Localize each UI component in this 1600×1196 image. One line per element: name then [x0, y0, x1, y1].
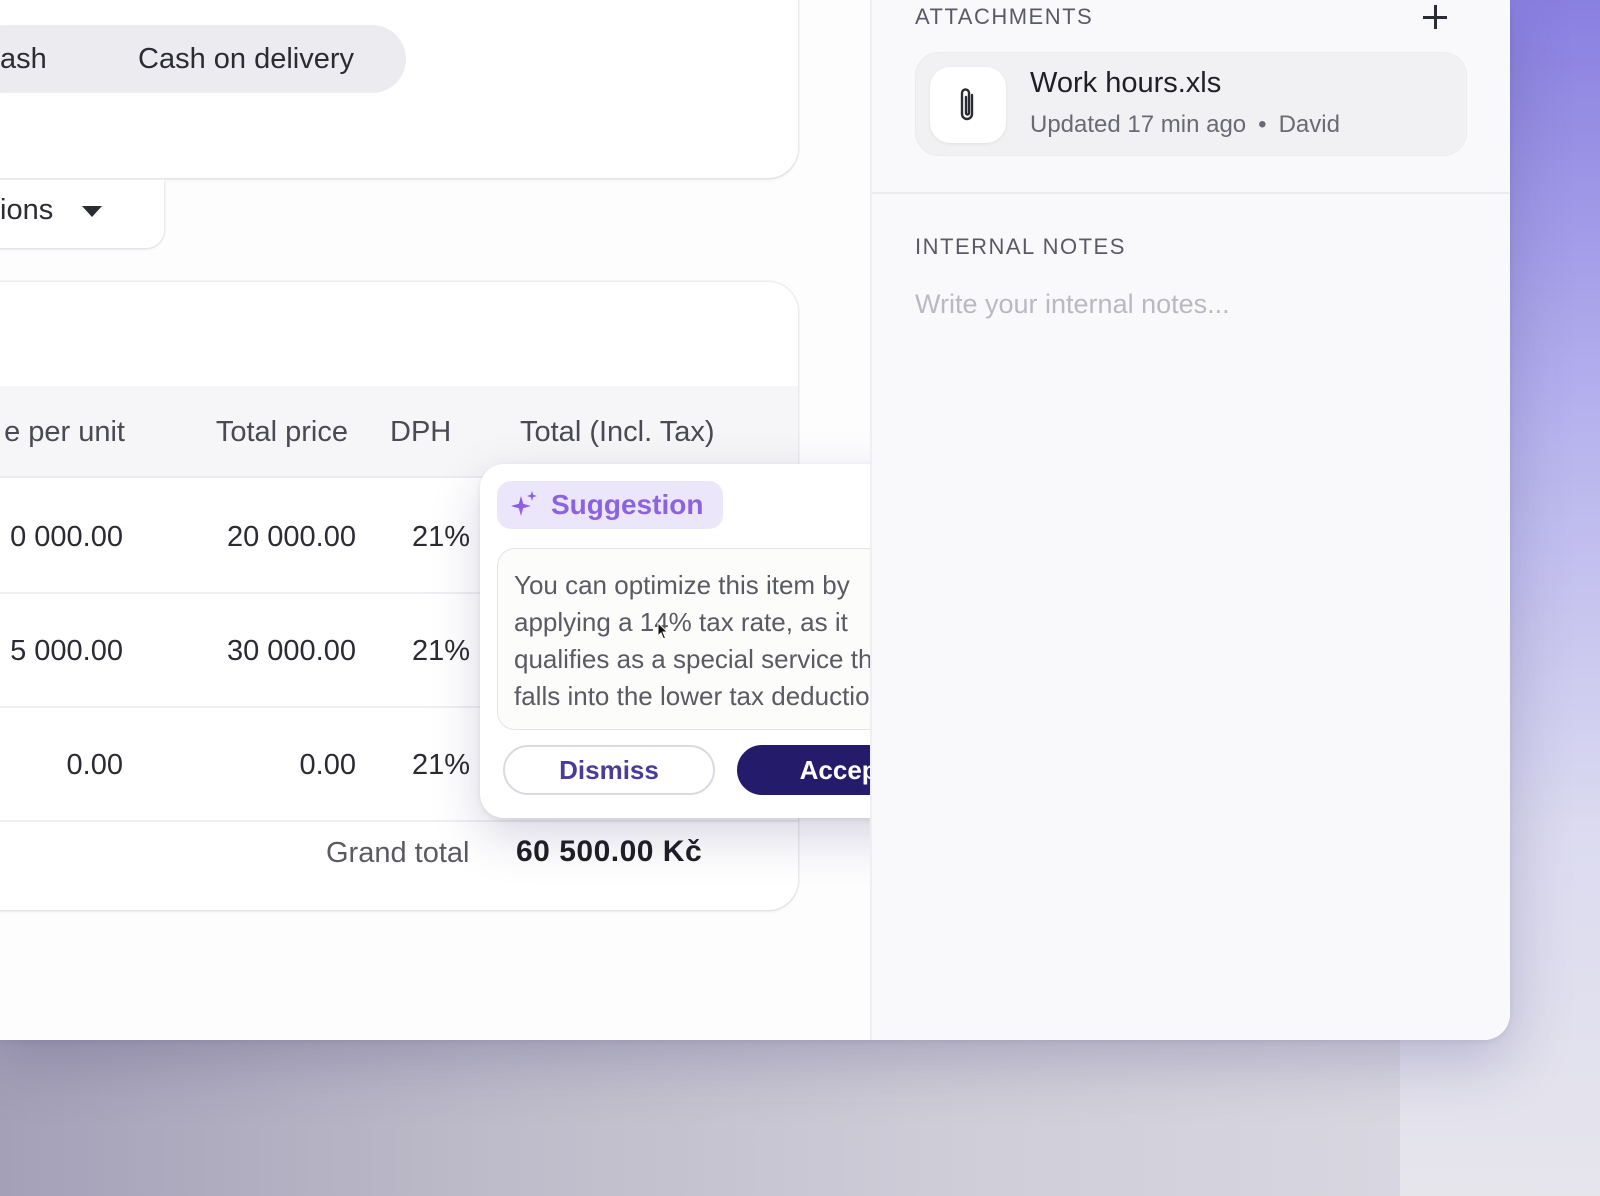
sparkle-icon — [511, 491, 537, 516]
attachment-name: Work hours.xls — [1030, 67, 1222, 99]
main-panel: ash Cash on delivery ions e per unit Tot… — [0, 0, 968, 1040]
cell-total-price: 0.00 — [299, 749, 356, 781]
payment-option-cash-on-delivery[interactable]: Cash on delivery — [138, 25, 354, 93]
paperclip-icon — [960, 88, 974, 121]
column-header-total-price: Total price — [215, 416, 348, 448]
payment-option-cash[interactable]: ash — [0, 25, 47, 93]
cell-price-per-unit: 0 000.00 — [10, 521, 123, 553]
column-header-price-per-unit: e per unit — [4, 416, 125, 448]
section-divider — [872, 192, 1510, 194]
internal-notes-input[interactable] — [915, 284, 1467, 324]
dropdown-label: ions — [0, 194, 54, 226]
grand-total-label: Grand total — [326, 837, 470, 869]
mouse-cursor-icon — [657, 622, 669, 640]
internal-notes-title: INTERNAL NOTES — [915, 234, 1126, 259]
suggestion-badge: Suggestion — [497, 481, 724, 529]
cell-dph[interactable]: 21% — [360, 708, 470, 822]
attachments-title: ATTACHMENTS — [915, 4, 1094, 29]
meta-separator: • — [1258, 111, 1267, 138]
attachment-thumbnail — [930, 67, 1006, 143]
cell-dph[interactable]: 21% — [360, 480, 470, 594]
column-header-dph: DPH — [390, 416, 452, 448]
cell-total-price: 20 000.00 — [226, 521, 356, 553]
plus-icon[interactable] — [1420, 2, 1450, 32]
grand-total-value: 60 500.00 Kč — [516, 835, 703, 868]
caret-down-icon — [82, 206, 102, 217]
attachment-item[interactable]: Work hours.xls Updated 17 min ago • David — [915, 52, 1467, 156]
attachment-author: David — [1278, 111, 1340, 138]
options-dropdown[interactable]: ions — [0, 180, 164, 248]
cell-price-per-unit: 0.00 — [66, 749, 123, 781]
cell-dph[interactable]: 21% — [360, 594, 470, 708]
cell-price-per-unit: 5 000.00 — [10, 635, 123, 667]
attachment-updated: Updated 17 min ago — [1030, 111, 1247, 138]
attachment-meta: Updated 17 min ago • David — [1030, 111, 1340, 139]
payment-method-segmented: ash Cash on delivery — [0, 25, 406, 93]
cell-total-price: 30 000.00 — [226, 635, 356, 667]
dismiss-button[interactable]: Dismiss — [503, 745, 715, 795]
app-window: ash Cash on delivery ions e per unit Tot… — [0, 0, 1510, 1040]
sidebar: ATTACHMENTS Work hours.xls Updated 17 mi… — [870, 0, 1510, 1040]
suggestion-badge-label: Suggestion — [551, 489, 704, 520]
